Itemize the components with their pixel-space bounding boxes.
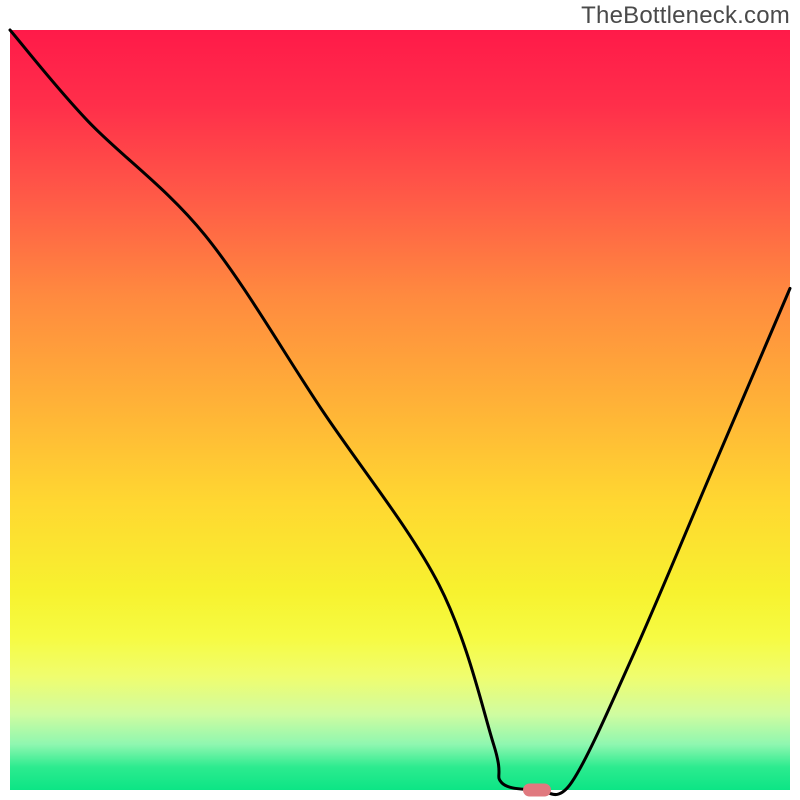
- curve-svg: [10, 30, 790, 790]
- plot-area: [10, 30, 790, 790]
- chart-container: TheBottleneck.com: [0, 0, 800, 800]
- bottleneck-curve-path: [10, 30, 790, 795]
- attribution-text: TheBottleneck.com: [581, 2, 790, 30]
- optimal-marker: [523, 784, 551, 797]
